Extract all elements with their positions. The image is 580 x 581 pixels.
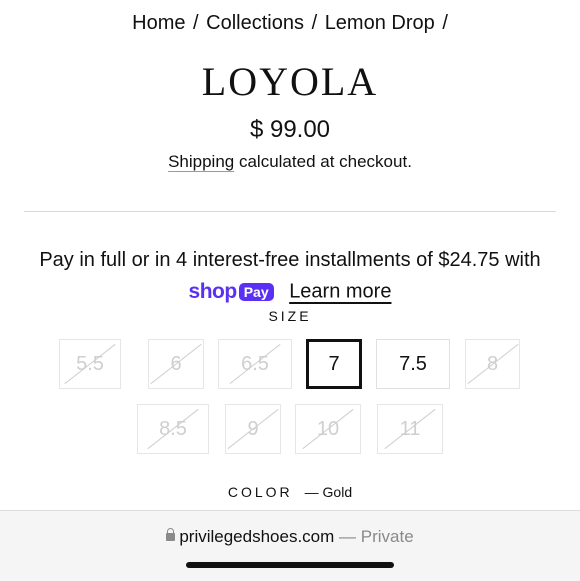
color-row: COLOR — Gold <box>0 484 580 500</box>
size-option-6[interactable]: 6 <box>148 339 204 389</box>
shoppay-logo: shop Pay <box>189 280 274 304</box>
size-option-9[interactable]: 9 <box>225 404 281 454</box>
domain-text: privilegedshoes.com <box>179 527 335 546</box>
size-label: SIZE <box>268 308 312 324</box>
breadcrumb-separator: / <box>442 12 448 34</box>
size-option-6-5[interactable]: 6.5 <box>218 339 292 389</box>
shoppay-logo-shop: shop <box>188 280 238 303</box>
breadcrumb: Home / Collections / Lemon Drop / <box>0 12 580 35</box>
url-display[interactable]: privilegedshoes.com — Private <box>0 527 580 547</box>
size-option-11[interactable]: 11 <box>377 404 443 454</box>
size-option-5-5[interactable]: 5.5 <box>59 339 121 389</box>
breadcrumb-collections[interactable]: Collections <box>206 12 304 34</box>
size-option-8[interactable]: 8 <box>465 339 520 389</box>
breadcrumb-separator: / <box>311 12 318 34</box>
shoppay-row: shop Pay Learn more <box>0 280 580 304</box>
size-option-7[interactable]: 7 <box>306 339 362 389</box>
size-option-7-5[interactable]: 7.5 <box>376 339 450 389</box>
product-price: $ 99.00 <box>249 116 331 143</box>
breadcrumb-home[interactable]: Home <box>132 12 185 34</box>
size-option-8-5[interactable]: 8.5 <box>137 404 209 454</box>
browser-address-bar[interactable]: privilegedshoes.com — Private <box>0 510 580 581</box>
installments-text: Pay in full or in 4 interest-free instal… <box>39 249 541 271</box>
shipping-text: calculated at checkout. <box>234 152 412 171</box>
private-mode-text: — Private <box>339 527 414 546</box>
color-label: COLOR <box>227 484 293 500</box>
learn-more-link[interactable]: Learn more <box>289 281 391 303</box>
size-option-10[interactable]: 10 <box>295 404 361 454</box>
home-indicator[interactable] <box>186 562 394 568</box>
product-title: LOYOLA <box>201 59 379 104</box>
lock-icon <box>166 527 176 541</box>
shipping-link[interactable]: Shipping <box>168 152 234 171</box>
shipping-note: Shipping calculated at checkout. <box>0 152 580 172</box>
color-value: — Gold <box>304 484 353 500</box>
shoppay-logo-pay: Pay <box>238 283 274 301</box>
divider <box>24 211 556 212</box>
breadcrumb-lemon-drop[interactable]: Lemon Drop <box>325 12 435 34</box>
breadcrumb-separator: / <box>193 12 199 34</box>
